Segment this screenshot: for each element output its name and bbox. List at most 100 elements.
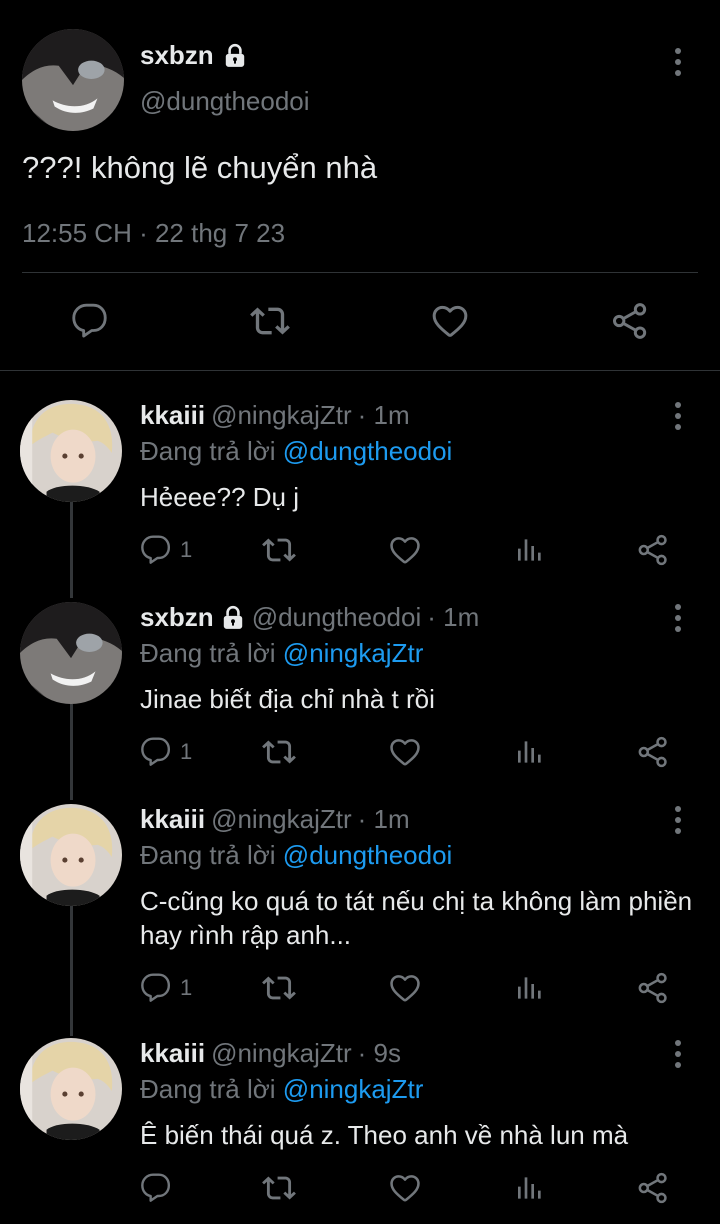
replying-to: Đang trả lời @dungtheodoi xyxy=(140,436,452,467)
like-button[interactable] xyxy=(388,730,422,774)
mention-link[interactable]: @dungtheodoi xyxy=(283,436,453,466)
like-button[interactable] xyxy=(388,1166,422,1210)
avatar[interactable] xyxy=(20,400,122,502)
reply-text: C-cũng ko quá to tát nếu chị ta không là… xyxy=(140,886,693,950)
like-button[interactable] xyxy=(388,528,422,572)
reply-actions xyxy=(140,1166,700,1210)
retweet-button[interactable] xyxy=(262,1166,296,1210)
author-name[interactable]: kkaiii xyxy=(140,804,205,835)
reply-button[interactable]: 1 xyxy=(140,730,192,774)
reply-tweet[interactable]: kkaiii @ningkajZtr · 1m Đang trả lời @du… xyxy=(0,804,720,1036)
tweet-timestamp: 12:55 CH · 22 thg 7 23 xyxy=(22,218,286,248)
author-handle[interactable]: @ningkajZtr xyxy=(211,804,352,835)
tweet-actions xyxy=(0,290,720,352)
share-button[interactable] xyxy=(636,730,670,774)
reply-tweet[interactable]: sxbzn @dungtheodoi · 1m Đang trả lời @ni… xyxy=(0,602,720,802)
views-button[interactable] xyxy=(514,730,546,774)
retweet-button[interactable] xyxy=(262,730,296,774)
like-button[interactable] xyxy=(420,290,480,352)
author-handle[interactable]: @dungtheodoi xyxy=(252,602,422,633)
retweet-icon xyxy=(262,735,296,769)
more-options-icon[interactable] xyxy=(666,396,690,436)
more-options-icon[interactable] xyxy=(666,1034,690,1074)
author-handle[interactable]: @ningkajZtr xyxy=(211,400,352,431)
reply-text: Jinae biết địa chỉ nhà t rồi xyxy=(140,684,435,714)
section-divider xyxy=(0,370,720,371)
share-icon xyxy=(610,301,650,341)
retweet-button[interactable] xyxy=(240,290,300,352)
author-handle[interactable]: @ningkajZtr xyxy=(211,1038,352,1069)
tweet-text: ???! không lẽ chuyển nhà xyxy=(22,150,378,185)
reply-time: · 9s xyxy=(357,1038,401,1068)
replying-prefix: Đang trả lời xyxy=(140,638,276,668)
lock-icon xyxy=(220,605,246,631)
more-options-icon[interactable] xyxy=(666,42,690,82)
views-icon xyxy=(514,534,546,566)
share-icon xyxy=(636,1171,670,1205)
reply-tweet[interactable]: kkaiii @ningkajZtr · 9s Đang trả lời @ni… xyxy=(0,1038,720,1224)
retweet-icon xyxy=(262,1171,296,1205)
more-options-icon[interactable] xyxy=(666,800,690,840)
share-icon xyxy=(636,735,670,769)
like-button[interactable] xyxy=(388,966,422,1010)
avatar-image-kkaiii xyxy=(20,1038,122,1140)
replying-prefix: Đang trả lời xyxy=(140,1074,276,1104)
replying-to: Đang trả lời @dungtheodoi xyxy=(140,840,452,871)
reply-header: kkaiii @ningkajZtr · 9s xyxy=(140,1038,401,1069)
mention-link[interactable]: @dungtheodoi xyxy=(283,840,453,870)
author-name[interactable]: sxbzn xyxy=(140,602,214,633)
like-icon xyxy=(388,533,422,567)
avatar-image-sxbzn xyxy=(20,602,122,704)
avatar[interactable] xyxy=(20,804,122,906)
reply-text: Hẻeee?? Dụ j xyxy=(140,482,299,512)
retweet-icon xyxy=(250,301,290,341)
retweet-icon xyxy=(262,971,296,1005)
reply-button[interactable]: 1 xyxy=(140,966,192,1010)
reply-tweet[interactable]: kkaiii @ningkajZtr · 1m Đang trả lời @du… xyxy=(0,400,720,600)
reply-header: sxbzn @dungtheodoi · 1m xyxy=(140,602,479,633)
author-name-row: sxbzn xyxy=(140,40,248,71)
reply-button[interactable] xyxy=(140,1166,172,1210)
mention-link[interactable]: @ningkajZtr xyxy=(283,638,424,668)
reply-icon xyxy=(140,736,172,768)
retweet-button[interactable] xyxy=(262,528,296,572)
views-button[interactable] xyxy=(514,966,546,1010)
author-name[interactable]: sxbzn xyxy=(140,40,214,71)
avatar[interactable] xyxy=(22,29,124,131)
share-button[interactable] xyxy=(600,290,660,352)
reply-actions: 1 xyxy=(140,730,700,774)
author-name[interactable]: kkaiii xyxy=(140,400,205,431)
mention-link[interactable]: @ningkajZtr xyxy=(283,1074,424,1104)
like-icon xyxy=(388,1171,422,1205)
reply-header: kkaiii @ningkajZtr · 1m xyxy=(140,804,410,835)
reply-time: · 1m xyxy=(357,400,410,430)
share-button[interactable] xyxy=(636,966,670,1010)
share-button[interactable] xyxy=(636,528,670,572)
share-button[interactable] xyxy=(636,1166,670,1210)
reply-actions: 1 xyxy=(140,966,700,1010)
views-button[interactable] xyxy=(514,1166,546,1210)
author-handle[interactable]: @dungtheodoi xyxy=(140,86,310,117)
avatar[interactable] xyxy=(20,602,122,704)
reply-icon xyxy=(140,534,172,566)
replying-to: Đang trả lời @ningkajZtr xyxy=(140,1074,423,1105)
reply-icon xyxy=(140,1172,172,1204)
author-name[interactable]: kkaiii xyxy=(140,1038,205,1069)
views-icon xyxy=(514,1172,546,1204)
views-icon xyxy=(514,972,546,1004)
replying-prefix: Đang trả lời xyxy=(140,436,276,466)
reply-count: 1 xyxy=(180,537,193,562)
more-options-icon[interactable] xyxy=(666,598,690,638)
retweet-button[interactable] xyxy=(262,966,296,1010)
reply-button[interactable] xyxy=(60,290,120,352)
reply-text: Ê biến thái quá z. Theo anh về nhà lun m… xyxy=(140,1120,629,1150)
reply-button[interactable]: 1 xyxy=(140,528,192,572)
views-button[interactable] xyxy=(514,528,546,572)
avatar[interactable] xyxy=(20,1038,122,1140)
views-icon xyxy=(514,736,546,768)
replying-prefix: Đang trả lời xyxy=(140,840,276,870)
like-icon xyxy=(430,301,470,341)
main-tweet: sxbzn @dungtheodoi ???! không lẽ chuyển … xyxy=(0,0,720,370)
avatar-image-sxbzn xyxy=(22,29,124,131)
reply-header: kkaiii @ningkajZtr · 1m xyxy=(140,400,410,431)
